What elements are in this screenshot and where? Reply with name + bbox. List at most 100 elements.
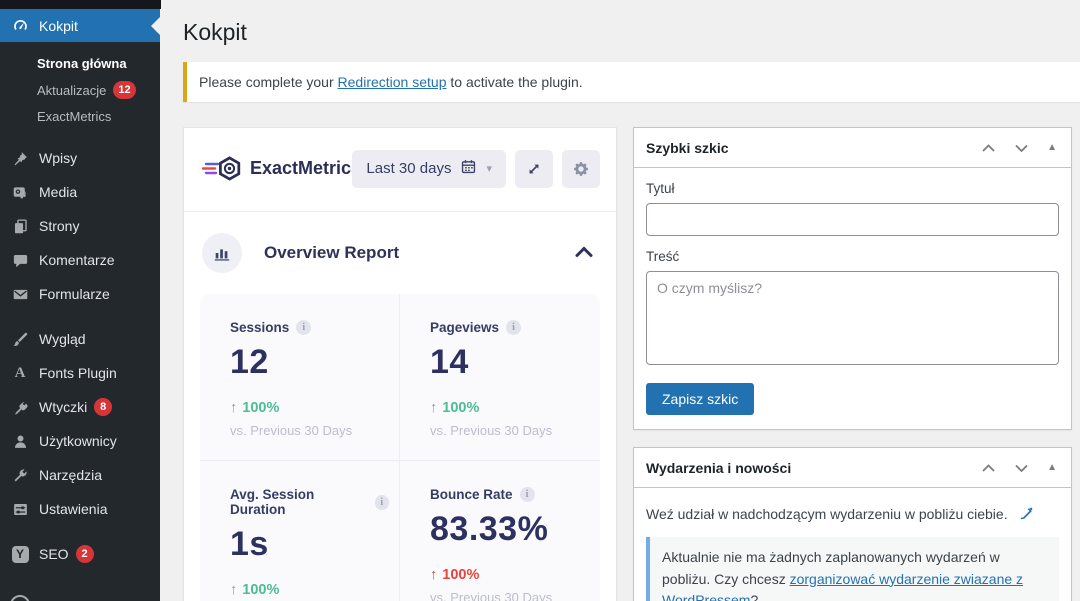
- chevron-up-icon: [981, 143, 996, 153]
- metric-label: Sessions: [230, 320, 289, 335]
- seo-count-badge: 2: [76, 545, 94, 563]
- metric-label: Bounce Rate: [430, 487, 513, 502]
- sidebar-item-label: Media: [39, 184, 77, 200]
- sidebar-item-uzytkownicy[interactable]: Użytkownicy: [0, 424, 160, 458]
- sidebar-item-label: Ustawienia: [39, 501, 107, 517]
- info-icon[interactable]: i: [375, 495, 389, 510]
- dashboard-icon: [10, 16, 30, 36]
- sidebar-item-wtyczki[interactable]: Wtyczki 8: [0, 390, 160, 424]
- expand-icon: [526, 161, 542, 177]
- quick-draft-panel: Szybki szkic ▲ Tytuł Treść: [633, 127, 1072, 430]
- content-field-label: Treść: [646, 249, 1059, 264]
- envelope-icon: [10, 284, 30, 304]
- exactmetrics-controls: Last 30 days ▾: [352, 150, 600, 188]
- kokpit-submenu: Strona główna Aktualizacje 12 ExactMetri…: [0, 42, 160, 141]
- draft-title-input[interactable]: [646, 203, 1059, 236]
- quick-draft-body: Tytuł Treść Zapisz szkic: [634, 168, 1071, 429]
- trend-up-icon: ↑: [230, 582, 237, 598]
- brush-icon: [10, 329, 30, 349]
- info-icon[interactable]: i: [296, 320, 311, 335]
- chevron-up-icon: [981, 463, 996, 473]
- metric-value: 83.33%: [430, 510, 590, 549]
- trend-up-icon: ↑: [430, 400, 437, 416]
- triangle-up-icon: ▲: [1047, 142, 1057, 153]
- submenu-label: Strona główna: [37, 56, 127, 71]
- draft-content-textarea[interactable]: [646, 271, 1059, 365]
- move-down-button[interactable]: [1012, 461, 1031, 475]
- sidebar-item-narzedzia[interactable]: Narzędzia: [0, 458, 160, 492]
- overview-report-title: Overview Report: [264, 243, 570, 263]
- metric-value: 1s: [230, 525, 389, 564]
- sidebar-item-strony[interactable]: Strony: [0, 209, 160, 243]
- metric-pageviews: Pageviewsi 14 ↑100% vs. Previous 30 Days: [400, 294, 600, 461]
- user-icon: [10, 431, 30, 451]
- wordpress-dashboard: Kokpit Strona główna Aktualizacje 12 Exa…: [0, 0, 1080, 601]
- calendar-icon: [460, 158, 477, 179]
- quick-draft-title: Szybki szkic: [646, 140, 979, 156]
- sidebar-item-wyglad[interactable]: Wygląd: [0, 322, 160, 356]
- move-up-button[interactable]: [979, 141, 998, 155]
- sidebar-item-kokpit[interactable]: Kokpit: [0, 9, 160, 42]
- collapse-report-button[interactable]: [570, 241, 598, 266]
- metric-bounce-rate: Bounce Ratei 83.33% ↑100% vs. Previous 3…: [400, 461, 600, 601]
- submenu-label: Aktualizacje: [37, 83, 106, 98]
- submenu-item-exactmetrics[interactable]: ExactMetrics: [0, 104, 160, 129]
- sidebar-item-label: Formularze: [39, 286, 110, 302]
- sidebar-item-media[interactable]: Media: [0, 175, 160, 209]
- page-title: Kokpit: [183, 19, 1072, 46]
- events-news-title: Wydarzenia i nowości: [646, 460, 979, 476]
- plugins-count-badge: 8: [94, 398, 112, 416]
- pushpin-icon: [10, 148, 30, 168]
- admin-bar-remnant: [0, 0, 161, 9]
- toggle-panel-button[interactable]: ▲: [1045, 460, 1059, 475]
- chevron-down-icon: [1014, 143, 1029, 153]
- sidebar-item-label: SEO: [39, 546, 69, 562]
- admin-notice: Please complete your Redirection setup t…: [183, 62, 1080, 102]
- toggle-panel-button[interactable]: ▲: [1045, 140, 1059, 155]
- metric-compare: vs. Previous 30 Days: [230, 423, 389, 438]
- sidebar-item-label: Narzędzia: [39, 467, 102, 483]
- exactmetrics-brand-name: ExactMetrics: [250, 158, 356, 179]
- notice-text: ?: [750, 592, 758, 601]
- move-up-button[interactable]: [979, 461, 998, 475]
- sidebar-item-komentarze[interactable]: Komentarze: [0, 243, 160, 277]
- menu-separator: [0, 526, 160, 537]
- sidebar-item-fonts-plugin[interactable]: A Fonts Plugin: [0, 356, 160, 390]
- quick-draft-header: Szybki szkic ▲: [634, 128, 1071, 168]
- edit-location-button[interactable]: [1016, 504, 1036, 524]
- save-draft-button[interactable]: Zapisz szkic: [646, 383, 754, 415]
- submenu-item-aktualizacje[interactable]: Aktualizacje 12: [0, 76, 160, 104]
- info-icon[interactable]: i: [506, 320, 521, 335]
- trend-up-icon: ↑: [230, 400, 237, 416]
- submenu-item-strona-glowna[interactable]: Strona główna: [0, 51, 160, 76]
- events-news-header: Wydarzenia i nowości ▲: [634, 448, 1071, 488]
- main-content: Kokpit Please complete your Redirection …: [160, 0, 1080, 601]
- redirection-setup-link[interactable]: Redirection setup: [338, 74, 447, 90]
- menu-separator: [0, 311, 160, 322]
- sidebar-item-seo[interactable]: Y SEO 2: [0, 537, 160, 571]
- expand-report-button[interactable]: [515, 150, 553, 188]
- date-range-label: Last 30 days: [366, 160, 451, 177]
- metric-delta: 100%: [242, 582, 279, 598]
- no-events-notice: Aktualnie nie ma żadnych zaplanowanych w…: [646, 537, 1059, 601]
- metric-sessions: Sessionsi 12 ↑100% vs. Previous 30 Days: [200, 294, 400, 461]
- settings-icon: [10, 499, 30, 519]
- metric-delta: 100%: [442, 400, 479, 416]
- sidebar-item-label: Komentarze: [39, 252, 114, 268]
- yoast-icon: Y: [10, 544, 30, 564]
- move-down-button[interactable]: [1012, 141, 1031, 155]
- sidebar-item-ustawienia[interactable]: Ustawienia: [0, 492, 160, 526]
- sidebar-item-wpisy[interactable]: Wpisy: [0, 141, 160, 175]
- metric-value: 14: [430, 343, 590, 382]
- info-icon[interactable]: i: [520, 487, 535, 502]
- date-range-dropdown[interactable]: Last 30 days ▾: [352, 150, 506, 188]
- settings-gear-button[interactable]: [562, 150, 600, 188]
- chevron-down-icon: [1014, 463, 1029, 473]
- metric-compare: vs. Previous 30 Days: [430, 590, 590, 601]
- metric-compare: vs. Previous 30 Days: [430, 423, 590, 438]
- updates-count-badge: 12: [113, 81, 135, 99]
- sidebar-item-formularze[interactable]: Formularze: [0, 277, 160, 311]
- title-field-label: Tytuł: [646, 181, 1059, 196]
- chevron-down-icon: ▾: [486, 162, 492, 175]
- exactmetrics-header: ExactMetrics Last 30 days ▾: [184, 128, 616, 212]
